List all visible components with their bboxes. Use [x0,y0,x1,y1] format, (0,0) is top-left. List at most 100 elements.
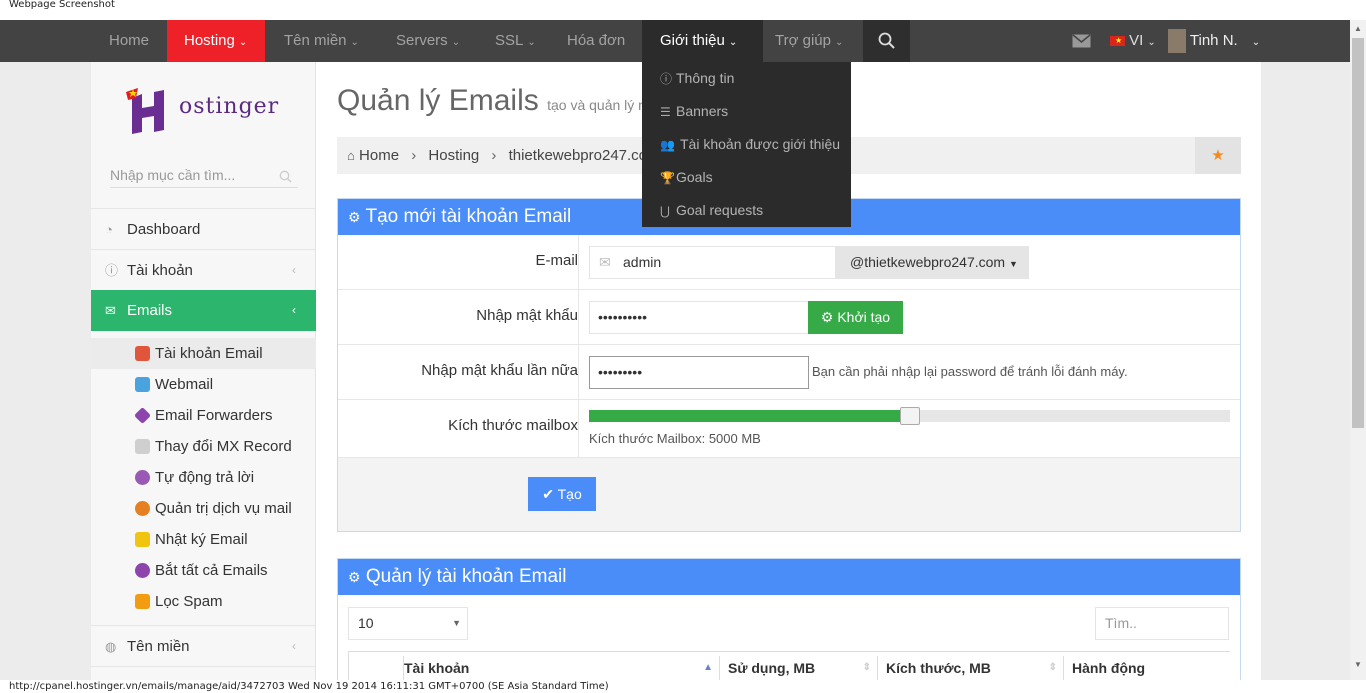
sidebar-item-emails[interactable]: ✉ Emails ‹ [91,290,316,331]
globe-icon: ◍ [105,639,117,654]
create-email-panel: ⚙ Tạo mới tài khoản Email E-mail ✉ admin… [337,198,1241,532]
sidebar-item-account[interactable]: ⓘ Tài khoản ‹ [91,249,316,290]
nav-help[interactable]: Trợ giúp ⌄ [775,20,843,62]
sidebar-subitem-autoresponder[interactable]: Tự động trả lời [91,462,316,493]
password-label: Nhập mật khẩu [476,307,578,324]
scroll-up-icon[interactable]: ▲ [1354,24,1362,33]
nav-servers[interactable]: Servers ⌄ [396,20,460,62]
nav-hosting-label: Hosting [184,32,235,49]
nav-servers-label: Servers [396,32,448,49]
email-accounts-icon [135,346,150,361]
gear-icon: ⚙ [820,309,834,325]
user-menu[interactable]: Tinh N. ⌄ [1168,20,1260,62]
top-nav: Home Hosting ⌄ Tên miền ⌄ Servers ⌄ SSL ⌄ Hó… [0,20,1350,68]
page-size-select[interactable]: 10 ▼ [348,607,468,640]
sidebar-item-dashboard[interactable]: ◔ Dashboard [91,208,316,249]
page-title-text: Quản lý Emails [337,84,539,117]
sidebar-subitem-label: Nhật ký Email [155,531,248,548]
language-selector[interactable]: ★ VI ⌄ [1110,20,1156,62]
sidebar-subitem-webmail[interactable]: Webmail [91,369,316,400]
sidebar-subitem-mail-service[interactable]: Quản trị dịch vụ mail [91,493,316,524]
page-size-value: 10 [358,615,374,631]
info-icon: ⓘ [105,263,119,278]
spam-filter-icon [135,594,150,609]
hostinger-logo[interactable]: ostinger [124,84,294,134]
email-log-icon [135,532,150,547]
dropdown-item-referred-accounts[interactable]: 👥 Tài khoản được giới thiệu [660,134,840,154]
page-title: Quản lý Emails tạo và quản lý mai [337,84,661,118]
envelope-icon: ✉ [599,254,611,270]
scrollbar-thumb[interactable] [1352,38,1364,428]
mailbox-size-row: Kích thước mailbox Kích thước Mailbox: 5… [338,400,1240,458]
scroll-down-icon[interactable]: ▼ [1354,660,1362,669]
breadcrumb-separator-icon: › [411,147,417,164]
password-row: Nhập mật khẩu •••••••••• ⚙ Khởi tạo [338,290,1240,345]
magnet-icon: ⋃ [660,204,670,218]
slider-handle[interactable] [900,407,920,425]
manage-panel-title: Quản lý tài khoản Email [365,566,567,587]
nav-domains[interactable]: Tên miền ⌄ [284,20,359,62]
column-size[interactable]: Kích thước, MB ⇕ [877,656,1063,680]
sidebar-item-domains[interactable]: ◍ Tên miền ‹ [91,625,316,666]
dropdown-item-goal-requests[interactable]: ⋃ Goal requests [660,200,763,220]
mailbox-size-slider[interactable] [589,407,1230,425]
nav-ssl[interactable]: SSL ⌄ [495,20,536,62]
sidebar-subitem-label: Tự động trả lời [155,469,255,486]
breadcrumb-domain[interactable]: thietkewebpro247.co [509,147,647,164]
chevron-left-icon: ‹ [292,639,296,653]
nav-invoices[interactable]: Hóa đơn [567,20,625,62]
create-button[interactable]: ✔ Tạo [528,477,596,511]
table-search-input[interactable]: Tìm.. [1095,607,1229,640]
sidebar-subitem-spam-filter[interactable]: Lọc Spam [91,586,316,617]
users-icon: 👥 [660,138,675,152]
dropdown-item-banners[interactable]: ☰ Banners [660,101,728,121]
mail-icon[interactable] [1072,20,1091,62]
capture-title: Webpage Screenshot [0,0,1366,20]
email-input[interactable]: ✉ admin [589,246,836,279]
column-label: Sử dụng, MB [728,660,816,676]
list-icon: ☰ [660,105,671,119]
nav-home[interactable]: Home [109,20,149,62]
nav-domains-label: Tên miền [284,32,347,49]
dropdown-item-goals[interactable]: 🏆Goals [660,167,713,187]
trophy-icon: 🏆 [660,171,675,185]
search-icon[interactable] [863,20,910,62]
sidebar-subitem-email-accounts[interactable]: Tài khoản Email [91,338,316,369]
search-icon[interactable] [279,162,299,188]
sidebar-subitem-label: Webmail [155,376,214,393]
page-scrollbar[interactable]: ▲ ▼ [1350,20,1366,680]
sidebar-subitem-forwarders[interactable]: Email Forwarders [91,400,316,431]
breadcrumb-home[interactable]: Home [359,147,399,164]
slider-fill [589,410,910,422]
sidebar-subitem-catch-all[interactable]: Bắt tất cả Emails [91,555,316,586]
breadcrumb-hosting[interactable]: Hosting [428,147,479,164]
sidebar: ostinger Nhập mục cần tìm... ◔ Dashboard … [91,62,316,680]
create-panel-title: Tạo mới tài khoản Email [365,206,572,227]
autoresponder-icon [135,470,150,485]
password-confirm-row: Nhập mật khẩu lần nữa ••••••••• Bạn cần … [338,345,1240,400]
column-account[interactable]: Tài khoản ▲ [403,656,717,680]
sidebar-subitem-mx-record[interactable]: Thay đổi MX Record [91,431,316,462]
email-label: E-mail [535,252,578,269]
password-input[interactable]: •••••••••• [589,301,809,334]
nav-hosting[interactable]: Hosting ⌄ [167,20,265,68]
generate-password-button[interactable]: ⚙ Khởi tạo [808,301,903,334]
dropdown-item-label: Thông tin [676,70,735,86]
column-usage[interactable]: Sử dụng, MB ⇕ [719,656,877,680]
logo-text: ostinger [179,94,280,119]
password-confirm-input[interactable]: ••••••••• [589,356,809,389]
favorite-star-icon[interactable]: ★ [1195,137,1241,174]
dropdown-item-info[interactable]: ⓘ Thông tin [660,68,734,88]
nav-referral-label: Giới thiệu [660,32,725,49]
domain-select[interactable]: @thietkewebpro247.com ▼ [835,246,1029,279]
sort-asc-icon: ▲ [703,662,713,673]
domain-select-value: @thietkewebpro247.com [850,254,1006,270]
password-confirm-hint: Bạn cần phải nhập lại password để tránh … [812,364,1128,379]
sidebar-search-input[interactable]: Nhập mục cần tìm... [110,162,298,188]
nav-referral[interactable]: Giới thiệu ⌄ [642,20,763,62]
column-label: Tài khoản [404,660,470,676]
sidebar-subitem-label: Tài khoản Email [155,345,263,362]
nav-ssl-label: SSL [495,32,524,49]
generate-password-label: Khởi tạo [837,309,891,325]
sidebar-subitem-email-log[interactable]: Nhật ký Email [91,524,316,555]
